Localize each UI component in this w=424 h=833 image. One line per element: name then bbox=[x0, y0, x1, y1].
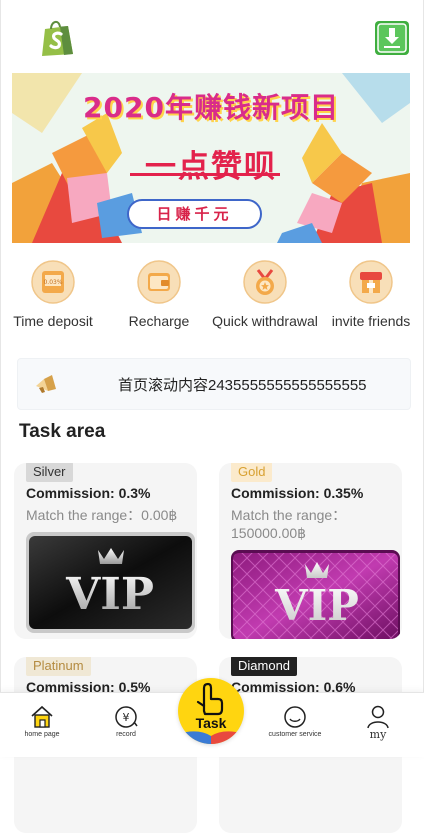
menu-label-time-deposit: Time deposit bbox=[13, 313, 93, 329]
commission-text: Commission: 0.35% bbox=[231, 485, 364, 501]
shopify-bag-icon[interactable] bbox=[38, 18, 78, 58]
banner-title: 2020年赚钱新项目 bbox=[83, 91, 339, 124]
menu-label-invite-friends: invite friends bbox=[331, 313, 411, 329]
tab-customer-service[interactable]: customer service bbox=[265, 705, 325, 739]
megaphone-icon bbox=[36, 375, 56, 393]
tab-record[interactable]: ¥ record bbox=[96, 705, 156, 739]
menu-item-time-deposit[interactable]: 0.03% Time deposit bbox=[0, 260, 106, 330]
level-badge-platinum: Platinum bbox=[26, 657, 91, 676]
task-button[interactable]: Task bbox=[178, 678, 244, 744]
range-text: Match the range：0.00฿ bbox=[26, 507, 178, 523]
deposit-box-icon: 0.03% bbox=[31, 260, 75, 304]
menu-item-quick-withdrawal[interactable]: Quick withdrawal bbox=[212, 260, 318, 330]
range-text: Match the range：150000.00฿ bbox=[231, 507, 347, 541]
tab-my-label: my bbox=[369, 728, 387, 741]
tab-record-label: record bbox=[116, 731, 136, 738]
wallet-icon bbox=[137, 260, 181, 304]
tab-home[interactable]: home page bbox=[12, 705, 72, 739]
svg-text:¥: ¥ bbox=[123, 711, 130, 724]
commission-text: Commission: 0.3% bbox=[26, 485, 151, 501]
yen-coin-icon: ¥ bbox=[115, 706, 138, 728]
task-button-label: Task bbox=[195, 715, 227, 731]
menu-item-invite-friends[interactable]: invite friends bbox=[318, 260, 424, 330]
menu-label-quick-withdrawal: Quick withdrawal bbox=[212, 313, 318, 329]
level-badge-silver: Silver bbox=[26, 463, 73, 482]
home-icon bbox=[31, 705, 53, 728]
banner-subtitle: 一点赞呗 bbox=[145, 149, 277, 185]
vip-text: VIP bbox=[274, 581, 359, 630]
pointing-hand-icon bbox=[178, 682, 244, 744]
medal-icon bbox=[243, 260, 287, 304]
task-card-gold[interactable]: Gold Commission: 0.35% Match the range：1… bbox=[219, 463, 402, 639]
notice-text: 首页滚动内容2435555555555555555 bbox=[118, 377, 367, 394]
download-icon[interactable] bbox=[375, 21, 409, 55]
user-icon bbox=[367, 705, 389, 729]
gift-box-icon bbox=[349, 260, 393, 304]
vip-silver-image: VIP bbox=[26, 532, 195, 633]
svg-text:0.03%: 0.03% bbox=[43, 279, 62, 286]
vip-gold-image: VIP bbox=[231, 550, 400, 639]
banner-pill: 日赚千元 bbox=[127, 199, 262, 229]
task-card-silver[interactable]: Silver Commission: 0.3% Match the range：… bbox=[14, 463, 197, 639]
vip-text: VIP bbox=[65, 569, 154, 620]
notice-marquee[interactable]: 首页滚动内容2435555555555555555 bbox=[17, 358, 411, 410]
tab-service-label: customer service bbox=[268, 731, 322, 738]
smiley-icon bbox=[284, 706, 306, 728]
tab-my[interactable]: my bbox=[348, 705, 408, 741]
quick-menu: 0.03% Time deposit Recharge Quick withdr… bbox=[0, 260, 424, 350]
level-badge-gold: Gold bbox=[231, 463, 273, 482]
task-area-title: Task area bbox=[19, 421, 106, 442]
tab-home-label: home page bbox=[24, 731, 60, 738]
menu-label-recharge: Recharge bbox=[128, 313, 190, 329]
level-badge-diamond: Diamond bbox=[231, 657, 298, 676]
menu-item-recharge[interactable]: Recharge bbox=[106, 260, 212, 330]
